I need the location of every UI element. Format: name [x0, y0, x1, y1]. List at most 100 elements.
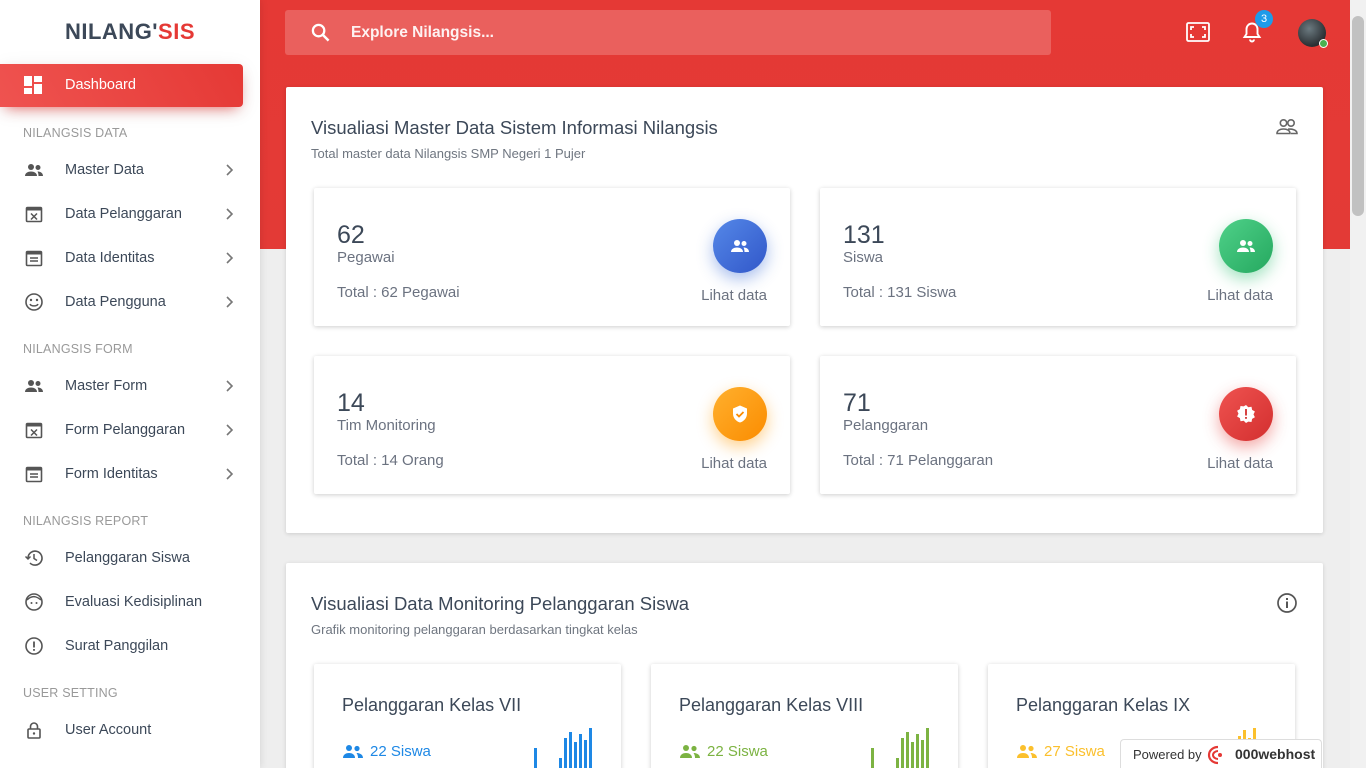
smile-icon — [25, 293, 43, 311]
section-nilangsis-report: NILANGSIS REPORT — [23, 514, 149, 528]
stat-card-siswa: 131 Siswa Total : 131 Siswa Lihat data — [820, 188, 1296, 326]
stat-number: 71 — [843, 389, 871, 417]
monitoring-panel: Visualiasi Data Monitoring Pelanggaran S… — [286, 563, 1323, 768]
panel-subtitle: Total master data Nilangsis SMP Negeri 1… — [311, 146, 586, 161]
shield-check-icon — [733, 405, 747, 423]
monitor-card-count-label: 22 Siswa — [370, 743, 431, 760]
stat-caption: Tim Monitoring — [337, 417, 436, 434]
users-outline-icon[interactable] — [1275, 115, 1299, 139]
stat-number: 62 — [337, 221, 365, 249]
sidebar-item-label: Master Form — [65, 378, 148, 394]
brand-name: NILANG' — [64, 19, 159, 44]
sidebar-item-label: Data Pelanggaran — [65, 206, 182, 222]
monitor-card-title: Pelanggaran Kelas VII — [342, 695, 522, 715]
sidebar-item-label: User Account — [65, 722, 152, 738]
stat-caption: Pegawai — [337, 249, 395, 266]
dashboard-icon — [24, 76, 42, 94]
stat-card-pelanggaran: 71 Pelanggaran Total : 71 Pelanggaran Li… — [820, 356, 1296, 494]
search-input[interactable] — [351, 10, 1031, 55]
monitor-card-title: Pelanggaran Kelas VIII — [679, 695, 864, 715]
sidebar-item-label: Dashboard — [65, 77, 136, 93]
host-logo-icon — [1207, 745, 1222, 765]
sidebar-item-label: Surat Panggilan — [65, 638, 169, 654]
chevron-right-icon — [226, 296, 234, 308]
monitor-card-count-label: 27 Siswa — [1044, 743, 1105, 760]
alert-circle-icon — [25, 637, 43, 655]
view-data-link[interactable]: Lihat data — [701, 455, 767, 472]
info-icon[interactable] — [1275, 591, 1299, 615]
view-data-link[interactable]: Lihat data — [1207, 287, 1273, 304]
stat-card-pegawai: 62 Pegawai Total : 62 Pegawai Lihat data — [314, 188, 790, 326]
stat-card-tim-monitoring: 14 Tim Monitoring Total : 14 Orang Lihat… — [314, 356, 790, 494]
chevron-right-icon — [226, 252, 234, 264]
chevron-right-icon — [226, 380, 234, 392]
stat-total: Total : 71 Pelanggaran — [843, 452, 994, 469]
view-data-link[interactable]: Lihat data — [1207, 455, 1273, 472]
users-icon — [1017, 745, 1037, 758]
sidebar-item-data-pelanggaran[interactable]: Data Pelanggaran — [0, 194, 260, 234]
search-icon — [311, 23, 330, 42]
alert-badge-icon — [1237, 405, 1255, 423]
calendar-x-icon — [25, 206, 43, 223]
sidebar-item-label: Data Pengguna — [65, 294, 166, 310]
sidebar-item-label: Form Identitas — [65, 466, 158, 482]
host-name: 000webhost — [1235, 746, 1316, 762]
powered-by-label: Powered by — [1133, 747, 1202, 762]
calendar-note-icon — [25, 466, 43, 483]
sidebar-item-data-identitas[interactable]: Data Identitas — [0, 238, 260, 278]
monitor-card-kelas-viii: Pelanggaran Kelas VIII 22 Siswa — [651, 664, 958, 768]
brand-name-accent: SIS — [158, 19, 196, 44]
sidebar-item-surat-panggilan[interactable]: Surat Panggilan — [0, 626, 260, 666]
panel-title: Visualiasi Master Data Sistem Informasi … — [311, 117, 718, 138]
master-data-panel: Visualiasi Master Data Sistem Informasi … — [286, 87, 1323, 533]
users-icon — [343, 745, 363, 758]
stat-total: Total : 14 Orang — [337, 452, 444, 469]
monitor-card-kelas-vii: Pelanggaran Kelas VII 22 Siswa — [314, 664, 621, 768]
lock-icon — [27, 722, 41, 739]
sidebar-item-label: Master Data — [65, 162, 144, 178]
panel-subtitle: Grafik monitoring pelanggaran berdasarka… — [311, 622, 638, 637]
sidebar-item-user-account[interactable]: User Account — [0, 710, 260, 750]
chevron-right-icon — [226, 424, 234, 436]
stat-caption: Pelanggaran — [843, 417, 929, 434]
scrollbar-thumb[interactable] — [1352, 16, 1364, 216]
brand-logo[interactable]: NILANG' SIS — [0, 0, 260, 64]
sidebar-item-master-form[interactable]: Master Form — [0, 366, 260, 406]
sidebar-item-label: Data Identitas — [65, 250, 155, 266]
stat-number: 131 — [843, 221, 885, 249]
users-icon — [25, 164, 43, 176]
sidebar-item-label: Evaluasi Kedisiplinan — [65, 594, 203, 610]
stat-caption: Siswa — [843, 249, 884, 266]
users-icon — [1237, 240, 1255, 252]
sidebar-item-master-data[interactable]: Master Data — [0, 150, 260, 190]
stat-icon-circle — [1219, 219, 1273, 273]
section-nilangsis-data: NILANGSIS DATA — [23, 126, 128, 140]
chevron-right-icon — [226, 208, 234, 220]
users-icon — [731, 240, 749, 252]
avatar[interactable] — [1298, 19, 1328, 48]
powered-by-badge[interactable]: Powered by 000webhost — [1120, 739, 1322, 768]
sidebar-item-data-pengguna[interactable]: Data Pengguna — [0, 282, 260, 322]
sidebar-item-form-pelanggaran[interactable]: Form Pelanggaran — [0, 410, 260, 450]
calendar-note-icon — [25, 250, 43, 267]
sidebar-item-form-identitas[interactable]: Form Identitas — [0, 454, 260, 494]
face-icon — [25, 593, 43, 611]
chevron-right-icon — [226, 164, 234, 176]
monitor-card-count-label: 22 Siswa — [707, 743, 768, 760]
calendar-x-icon — [25, 422, 43, 439]
sparkline-chart — [534, 728, 592, 768]
sidebar-item-evaluasi-kedisiplinan[interactable]: Evaluasi Kedisiplinan — [0, 582, 260, 622]
section-nilangsis-form: NILANGSIS FORM — [23, 342, 133, 356]
view-data-link[interactable]: Lihat data — [701, 287, 767, 304]
sparkline-chart — [871, 728, 929, 768]
panel-title: Visualiasi Data Monitoring Pelanggaran S… — [311, 593, 690, 614]
stat-total: Total : 62 Pegawai — [337, 284, 460, 301]
sidebar-item-label: Form Pelanggaran — [65, 422, 186, 438]
search-bar[interactable] — [285, 10, 1051, 55]
stat-icon-circle — [713, 219, 767, 273]
users-icon — [680, 745, 700, 758]
sidebar-item-dashboard[interactable]: Dashboard — [0, 64, 243, 107]
monitor-card-title: Pelanggaran Kelas IX — [1016, 695, 1191, 715]
fullscreen-icon[interactable] — [1186, 22, 1210, 42]
sidebar-item-pelanggaran-siswa[interactable]: Pelanggaran Siswa — [0, 538, 260, 578]
